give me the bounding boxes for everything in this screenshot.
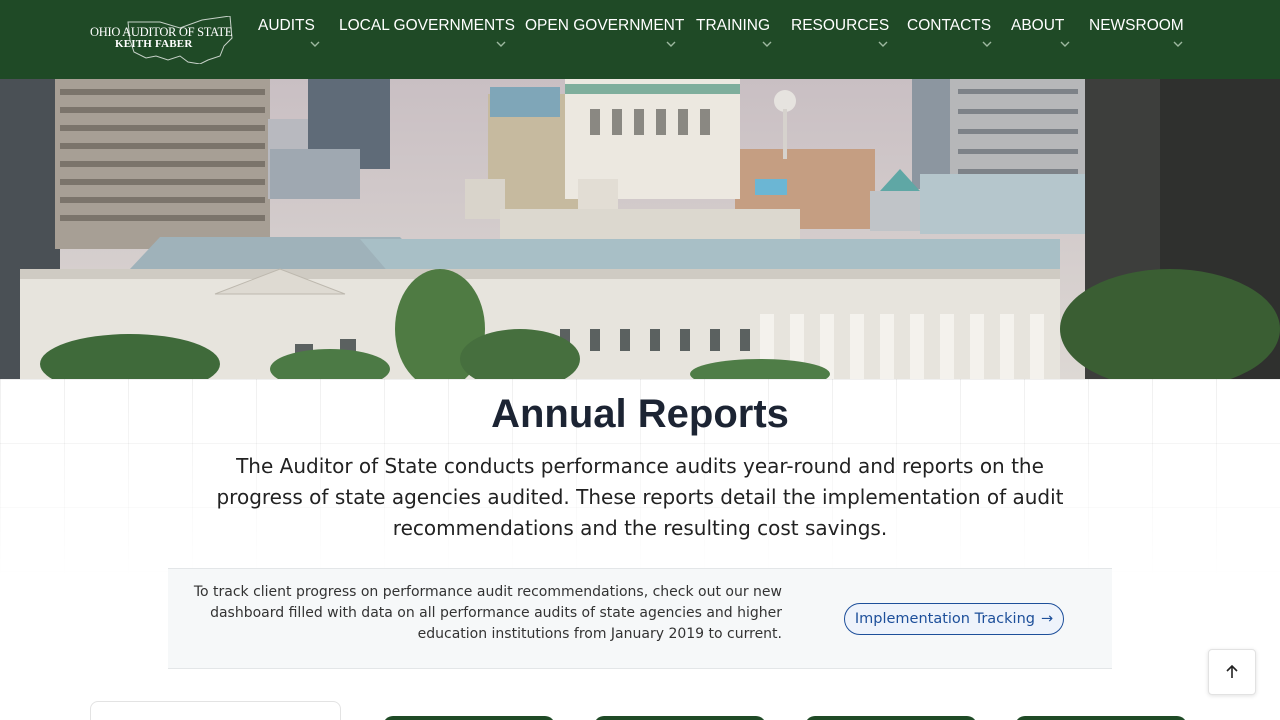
nav-resources[interactable]: RESOURCES bbox=[791, 17, 889, 57]
report-card[interactable] bbox=[383, 716, 555, 720]
chevron-down-icon bbox=[762, 41, 772, 47]
chevron-down-icon bbox=[1173, 41, 1183, 47]
nav-label: OPEN GOVERNMENT bbox=[525, 17, 685, 34]
chevron-down-icon bbox=[982, 41, 992, 47]
nav-label: TRAINING bbox=[696, 17, 771, 34]
nav-audits[interactable]: AUDITS bbox=[258, 17, 320, 57]
site-logo[interactable]: OHIO AUDITOR OF STATE KEITH FABER bbox=[88, 14, 236, 64]
back-to-top-button[interactable] bbox=[1208, 649, 1256, 695]
site-header: OHIO AUDITOR OF STATE KEITH FABER AUDITS… bbox=[0, 0, 1280, 79]
chevron-down-icon bbox=[496, 41, 506, 47]
sidebar-card bbox=[90, 701, 341, 720]
implementation-callout: To track client progress on performance … bbox=[168, 568, 1112, 669]
button-label: Implementation Tracking bbox=[854, 611, 1035, 627]
nav-contacts[interactable]: CONTACTS bbox=[907, 17, 992, 57]
nav-label: CONTACTS bbox=[907, 17, 992, 34]
nav-label: LOCAL GOVERNMENTS bbox=[339, 17, 515, 34]
nav-about[interactable]: ABOUT bbox=[1011, 17, 1070, 57]
callout-text: To track client progress on performance … bbox=[193, 584, 782, 642]
nav-training[interactable]: TRAINING bbox=[696, 17, 772, 57]
chevron-down-icon bbox=[666, 41, 676, 47]
statehouse-skyline-illustration bbox=[0, 79, 1280, 379]
nav-local-governments[interactable]: LOCAL GOVERNMENTS bbox=[339, 17, 515, 57]
arrow-right-icon: → bbox=[1040, 611, 1054, 627]
report-card[interactable] bbox=[594, 716, 766, 720]
page-description: The Auditor of State conducts performanc… bbox=[216, 454, 1064, 540]
report-card[interactable] bbox=[805, 716, 977, 720]
logo-name: KEITH FABER bbox=[115, 38, 193, 50]
chevron-down-icon bbox=[310, 41, 320, 47]
nav-open-government[interactable]: OPEN GOVERNMENT bbox=[525, 17, 684, 57]
implementation-tracking-button[interactable]: Implementation Tracking → bbox=[844, 603, 1064, 635]
page-title: Annual Reports bbox=[491, 392, 789, 436]
hero-image bbox=[0, 79, 1280, 379]
nav-label: NEWSROOM bbox=[1089, 17, 1184, 34]
nav-newsroom[interactable]: NEWSROOM bbox=[1089, 17, 1184, 57]
chevron-down-icon bbox=[878, 41, 888, 47]
nav-label: RESOURCES bbox=[791, 17, 890, 34]
nav-label: AUDITS bbox=[258, 17, 315, 34]
nav-label: ABOUT bbox=[1011, 17, 1065, 34]
report-card[interactable] bbox=[1015, 716, 1187, 720]
arrow-up-icon bbox=[1226, 664, 1238, 678]
chevron-down-icon bbox=[1060, 41, 1070, 47]
